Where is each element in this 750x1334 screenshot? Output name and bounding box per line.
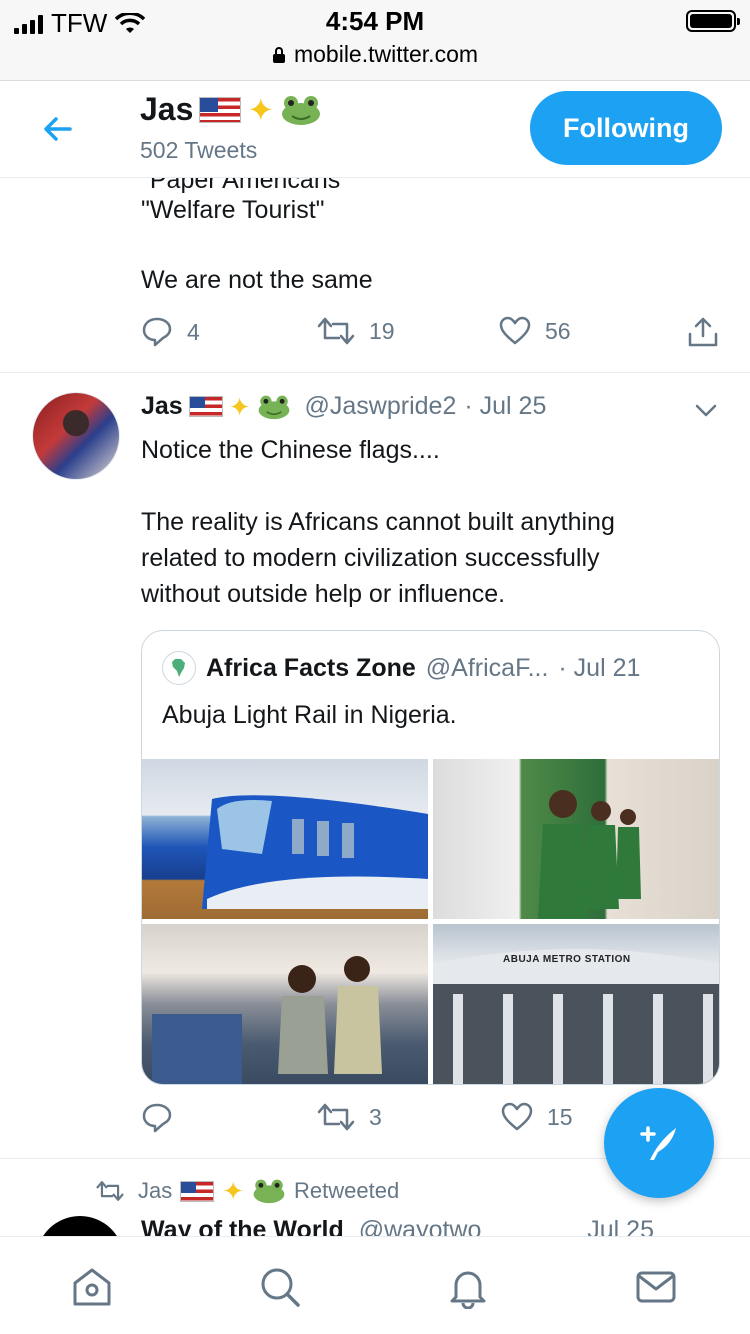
tweet-actions: 4 19 56 bbox=[141, 316, 721, 356]
tweet-text-line: We are not the same bbox=[141, 266, 373, 294]
chevron-down-icon[interactable] bbox=[694, 398, 718, 422]
status-bar: TFW 4:54 PM mobile.twitter.com bbox=[0, 0, 750, 80]
battery-icon bbox=[686, 10, 740, 32]
train-interior-photo[interactable] bbox=[142, 924, 428, 1084]
us-flag-icon bbox=[188, 396, 223, 417]
retweet-icon bbox=[96, 1181, 124, 1201]
tweet-text-line: The reality is Africans cannot built any… bbox=[141, 508, 615, 536]
heart-icon bbox=[499, 316, 531, 345]
retweeted-indicator: Jas ✦ Retweeted bbox=[96, 1178, 399, 1204]
compose-tweet-button[interactable] bbox=[604, 1088, 714, 1198]
station-illustration bbox=[433, 949, 719, 1084]
quoted-author-handle: @AfricaF... bbox=[425, 653, 549, 682]
mail-icon[interactable] bbox=[634, 1265, 678, 1309]
quoted-tweet[interactable]: Africa Facts Zone @AfricaF... · Jul 21 A… bbox=[141, 630, 720, 1085]
tweet-divider bbox=[0, 372, 750, 373]
quoted-tweet-text: Abuja Light Rail in Nigeria. bbox=[162, 701, 457, 729]
retweet-icon bbox=[317, 1103, 355, 1131]
train-illustration bbox=[202, 795, 428, 909]
train-photo[interactable] bbox=[142, 759, 428, 919]
share-icon bbox=[688, 317, 718, 347]
clock: 4:54 PM bbox=[325, 6, 425, 36]
avatar bbox=[162, 651, 196, 685]
tweet-count: 502 Tweets bbox=[140, 137, 258, 163]
share-button[interactable] bbox=[687, 316, 719, 348]
attendants-illustration bbox=[538, 790, 641, 919]
tweet-text-line: without outside help or influence. bbox=[141, 580, 506, 608]
reply-icon bbox=[142, 1103, 172, 1133]
reply-count: 4 bbox=[187, 318, 200, 345]
retweet-icon bbox=[317, 317, 355, 345]
following-button[interactable]: Following bbox=[530, 91, 722, 165]
home-icon[interactable] bbox=[70, 1265, 114, 1309]
bell-icon[interactable] bbox=[446, 1265, 490, 1309]
profile-name-text: Jas bbox=[140, 91, 194, 127]
sparkles-icon: ✦ bbox=[228, 391, 251, 422]
retweeted-label: Retweeted bbox=[294, 1178, 400, 1203]
retweet-count: 3 bbox=[369, 1103, 382, 1130]
like-count: 15 bbox=[547, 1103, 573, 1130]
us-flag-icon bbox=[199, 96, 242, 123]
quoted-author-name: Africa Facts Zone bbox=[206, 653, 416, 682]
frog-icon bbox=[282, 95, 321, 125]
heart-icon bbox=[501, 1102, 533, 1131]
search-icon[interactable] bbox=[258, 1265, 302, 1309]
station-photo[interactable]: ABUJA METRO STATION bbox=[433, 924, 719, 1084]
passengers-illustration bbox=[152, 956, 382, 1084]
lock-icon bbox=[272, 46, 285, 63]
retweet-button[interactable]: 3 bbox=[317, 1102, 382, 1132]
retweeter-name[interactable]: Jas bbox=[138, 1178, 172, 1204]
url-bar[interactable]: mobile.twitter.com bbox=[0, 41, 750, 68]
tweet-text-line: related to modern civilization successfu… bbox=[141, 544, 600, 572]
frog-icon bbox=[258, 395, 289, 419]
like-count: 56 bbox=[545, 317, 571, 344]
profile-name: Jas ✦ bbox=[140, 91, 322, 128]
reply-button[interactable] bbox=[141, 1102, 187, 1134]
retweet-button[interactable]: 19 bbox=[317, 316, 395, 346]
station-sign: ABUJA METRO STATION bbox=[503, 954, 631, 965]
sparkles-icon: ✦ bbox=[222, 1176, 245, 1206]
quoted-tweet-header: Africa Facts Zone @AfricaF... · Jul 21 bbox=[162, 651, 640, 685]
frog-icon bbox=[253, 1179, 285, 1204]
author-name[interactable]: Jas bbox=[141, 392, 183, 421]
reply-button[interactable]: 4 bbox=[141, 316, 200, 348]
like-button[interactable]: 56 bbox=[499, 316, 571, 346]
us-flag-icon bbox=[180, 1180, 215, 1202]
retweet-count: 19 bbox=[369, 317, 395, 344]
reply-icon bbox=[142, 317, 172, 347]
sparkles-icon: ✦ bbox=[247, 91, 275, 128]
arrow-left-icon[interactable] bbox=[40, 111, 76, 147]
profile-header: Jas ✦ 502 Tweets Following bbox=[0, 80, 750, 178]
avatar[interactable] bbox=[32, 392, 120, 480]
like-button[interactable]: 15 bbox=[501, 1102, 573, 1132]
quoted-tweet-date: · Jul 21 bbox=[558, 653, 641, 682]
tweet-header: Jas ✦ @Jaswpride2 · Jul 25 bbox=[141, 392, 546, 421]
africa-map-icon bbox=[172, 659, 185, 677]
compose-icon bbox=[640, 1126, 676, 1160]
url-text: mobile.twitter.com bbox=[293, 41, 479, 67]
tweet-text-line: "Welfare Tourist" bbox=[141, 196, 325, 224]
tweet-date[interactable]: · Jul 25 bbox=[464, 392, 546, 421]
author-handle[interactable]: @Jaswpride2 bbox=[305, 392, 457, 421]
tweet-text-line: Notice the Chinese flags.... bbox=[141, 436, 440, 464]
media-grid: ABUJA METRO STATION bbox=[142, 759, 719, 1084]
bottom-nav bbox=[0, 1236, 750, 1334]
attendants-photo[interactable] bbox=[433, 759, 719, 919]
